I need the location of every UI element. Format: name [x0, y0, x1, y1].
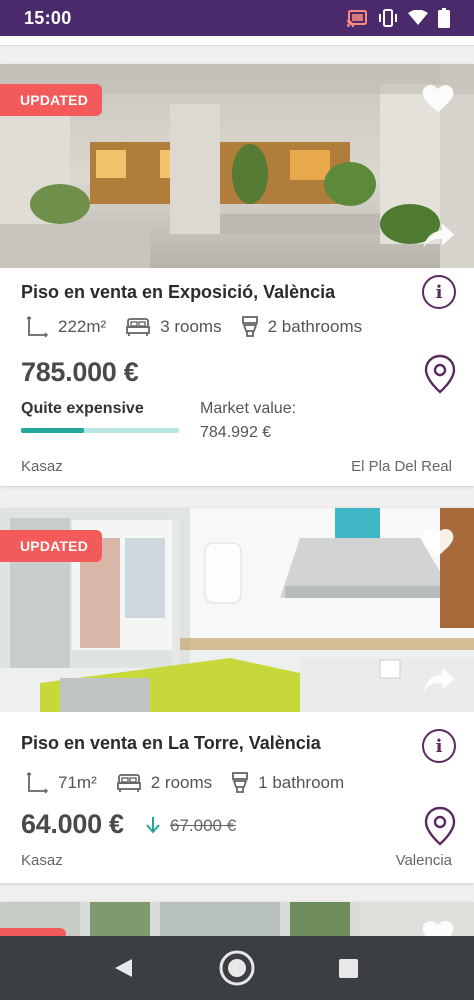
listing-title[interactable]: Piso en venta en La Torre, València	[21, 733, 321, 754]
rooms-value: 3 rooms	[160, 317, 222, 336]
listing-title[interactable]: Piso en venta en Exposició, València	[21, 282, 335, 303]
previous-card-edge	[0, 36, 474, 46]
vibrate-icon	[379, 9, 397, 27]
location-pin-icon[interactable]	[424, 354, 456, 394]
bathrooms-feature: 1 bathroom	[232, 772, 344, 794]
listing-photo[interactable]	[0, 902, 474, 936]
toilet-icon	[232, 772, 249, 793]
price-drop-arrow-icon	[146, 817, 160, 834]
updated-badge: UPDATED	[0, 84, 103, 116]
listing-photo[interactable]: UPDATED	[0, 64, 474, 268]
info-icon: i	[435, 735, 443, 757]
listing-features: 71m² 2 rooms 1 bathroom	[26, 772, 364, 794]
status-bar: 15:00	[0, 0, 474, 36]
market-value: 784.992 €	[200, 424, 272, 441]
listing-feed[interactable]: UPDATED Piso en venta en Exposició, Valè…	[0, 36, 474, 936]
share-icon[interactable]	[422, 222, 456, 250]
rooms-value: 2 rooms	[150, 773, 213, 792]
listing-badge	[0, 928, 66, 936]
previous-price: 67.000 €	[170, 816, 237, 835]
listing-features: 222m² 3 rooms 2 bathrooms	[26, 316, 382, 338]
favorite-heart-icon[interactable]	[422, 84, 454, 114]
back-icon[interactable]	[112, 957, 134, 979]
wifi-icon	[408, 10, 428, 25]
listing-location: El Pla Del Real	[351, 458, 452, 475]
location-pin-icon[interactable]	[424, 806, 456, 846]
listing-card[interactable]: UPDATED Piso en venta en La Torre, Valèn…	[0, 508, 474, 883]
share-icon[interactable]	[422, 666, 456, 694]
listing-price: 64.000 €	[21, 809, 124, 839]
info-icon: i	[435, 281, 443, 303]
bathrooms-value: 1 bathroom	[258, 773, 345, 792]
toilet-icon	[241, 316, 258, 337]
recents-icon[interactable]	[339, 959, 358, 978]
area-icon	[26, 316, 48, 338]
cast-icon	[346, 10, 367, 27]
home-icon[interactable]	[218, 949, 256, 987]
bed-icon	[116, 774, 141, 792]
building-photo	[0, 902, 474, 936]
area-value: 71m²	[58, 773, 97, 792]
area-feature: 71m²	[26, 772, 97, 794]
market-value-label: Market value:	[200, 400, 297, 417]
info-button[interactable]: i	[422, 729, 456, 763]
listing-card[interactable]	[0, 902, 474, 936]
rooms-feature: 3 rooms	[126, 317, 222, 337]
listing-source: Kasaz	[21, 852, 63, 869]
updated-badge: UPDATED	[0, 530, 103, 562]
status-time: 15:00	[24, 7, 72, 28]
price-quality-label: Quite expensive	[21, 400, 144, 417]
bed-icon	[126, 318, 151, 336]
favorite-heart-icon[interactable]	[422, 920, 454, 936]
bathrooms-feature: 2 bathrooms	[241, 316, 363, 338]
area-value: 222m²	[58, 317, 107, 336]
price-quality-fill	[21, 428, 85, 433]
price-quality-bar	[21, 428, 179, 433]
area-feature: 222m²	[26, 316, 106, 338]
listing-source: Kasaz	[21, 458, 63, 475]
rooms-feature: 2 rooms	[116, 773, 213, 793]
favorite-heart-icon[interactable]	[422, 528, 454, 558]
system-nav-bar	[0, 936, 474, 1000]
area-icon	[26, 772, 48, 794]
listing-card[interactable]: UPDATED Piso en venta en Exposició, Valè…	[0, 64, 474, 486]
info-button[interactable]: i	[422, 275, 456, 309]
listing-price: 785.000 €	[21, 357, 139, 387]
status-icons	[346, 8, 450, 28]
listing-location: Valencia	[395, 852, 452, 869]
listing-photo[interactable]: UPDATED	[0, 508, 474, 712]
bathrooms-value: 2 bathrooms	[267, 317, 363, 336]
battery-icon	[438, 8, 450, 28]
